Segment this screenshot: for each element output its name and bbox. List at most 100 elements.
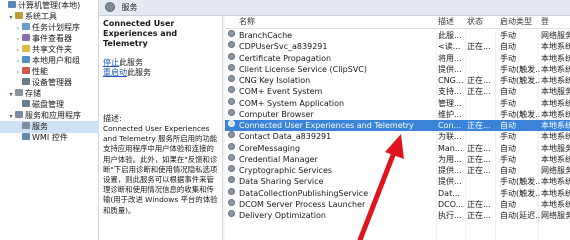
gear-icon: [228, 63, 235, 71]
stop-service-link[interactable]: 停止: [103, 58, 119, 67]
table-row[interactable]: Certificate Propagation 将用... 手动 本地系统: [225, 52, 570, 64]
gear-icon: [228, 198, 235, 206]
tree-item-label: 计算机管理(本地): [18, 1, 81, 10]
service-name: Delivery Optimization: [239, 211, 326, 220]
service-name: Connected User Experiences and Telemetry: [239, 121, 414, 130]
column-header-name[interactable]: 名称: [239, 16, 255, 28]
tree-item-label: 性能: [32, 67, 48, 76]
column-header-startup[interactable]: 启动类型: [500, 16, 532, 28]
tree-item-label: 事件查看器: [32, 34, 72, 43]
service-startup-type: 手动(触发...: [500, 177, 540, 187]
table-row-selected[interactable]: Connected User Experiences and Telemetry…: [225, 120, 570, 132]
table-row[interactable]: COM+ System Application 管理... 手动 本地系统: [225, 97, 570, 109]
service-name: Contact Data_a839291: [239, 132, 332, 142]
users-icon: [22, 56, 30, 63]
column-header-logon[interactable]: 登: [541, 16, 549, 28]
gear-icon: [105, 1, 115, 12]
gear-icon: [228, 210, 235, 217]
column-header-row: 名称 描述 状态 启动类型 登: [225, 16, 570, 29]
service-name: Certificate Propagation: [239, 53, 332, 63]
service-state: 正在...: [467, 143, 491, 153]
service-state: 正在...: [467, 87, 491, 97]
gear-icon: [228, 176, 235, 184]
tree-item-label: 设备管理器: [32, 78, 72, 87]
stop-service-suffix: 此服务: [119, 58, 143, 67]
service-description: 维护...: [438, 109, 462, 119]
service-name: COM+ Event System: [239, 87, 323, 97]
tree-item[interactable]: WMI 控件: [0, 132, 68, 144]
table-row[interactable]: Cryptographic Services 提供... 正在... 自动 网络服务: [225, 165, 570, 176]
tree-item-label: 任务计划程序: [32, 23, 80, 32]
table-row[interactable]: Credential Manager 为用... 正在... 手动 本地系统: [225, 153, 570, 165]
service-name: DCOM Server Process Launcher: [239, 199, 366, 209]
service-logon-as: 本地服务: [541, 143, 570, 153]
service-description: 为联...: [438, 132, 462, 142]
service-logon-as: 本地服务: [541, 87, 570, 97]
table-row[interactable]: DCOM Server Process Launcher DCO... 正在... 自…: [225, 198, 570, 210]
gear-icon: [228, 165, 235, 172]
table-row[interactable]: DataCollectionPublishingService Dat... 手动(…: [225, 187, 570, 199]
service-startup-type: 手动(触发...: [500, 64, 540, 74]
service-description: <读...: [438, 42, 461, 52]
restart-service-link[interactable]: 重启动: [103, 68, 127, 77]
table-row[interactable]: BranchCache 此服... 手动 网络服务: [225, 30, 570, 41]
gear-icon: [228, 153, 235, 161]
service-description: DCO...: [438, 199, 464, 209]
services-panel: 服务 Connected User Experiences and Teleme…: [99, 0, 570, 240]
service-logon-as: 网络服务: [541, 31, 570, 40]
tree-item-label: 系统工具: [25, 12, 57, 21]
restart-service-suffix: 此服务: [127, 68, 151, 77]
service-startup-type: 自动: [500, 199, 516, 209]
service-description: 执行...: [438, 211, 462, 220]
service-name: Data Sharing Service: [239, 177, 324, 187]
service-description: Dat...: [438, 188, 460, 198]
table-row[interactable]: CNG Key Isolation CNG... 正在... 手动(触发... 本地系统: [225, 75, 570, 86]
table-row[interactable]: Client License Service (ClipSVC) 提供... 手动(…: [225, 63, 570, 75]
service-description: CNG...: [438, 76, 464, 85]
table-row[interactable]: Delivery Optimization 执行... 正在... 自动(延迟... 网…: [225, 210, 570, 221]
service-startup-type: 自动(延迟...: [500, 211, 540, 220]
service-state: 正在...: [467, 121, 491, 130]
service-logon-as: 本地系统: [541, 121, 570, 130]
gear-icon: [228, 52, 235, 60]
service-startup-type: 手动(触发...: [500, 188, 540, 198]
table-row[interactable]: Computer Browser 维护... 手动(触发... 本地系统: [225, 108, 570, 120]
service-name: DataCollectionPublishingService: [239, 188, 369, 198]
service-name: COM+ System Application: [239, 98, 345, 108]
service-startup-type: 手动(触发...: [500, 76, 540, 85]
table-row[interactable]: Data Sharing Service 提供... 手动(触发... 本地系统: [225, 176, 570, 187]
tree-item-label: 磁盘管理: [32, 100, 64, 109]
service-state: 正在...: [467, 76, 491, 85]
tree-item-label: 共享文件夹: [32, 45, 72, 54]
tree-item-label: 存储: [25, 89, 41, 98]
table-row[interactable]: COM+ Event System 支持... 正在... 自动 本地服务: [225, 86, 570, 97]
event-icon: [22, 34, 30, 41]
service-description: 将用...: [438, 53, 462, 63]
service-logon-as: 本地系统: [541, 98, 570, 108]
description-label: 描述:: [103, 114, 122, 123]
tree-item-label: WMI 控件: [32, 133, 68, 142]
column-header-state[interactable]: 状态: [467, 16, 483, 28]
table-row[interactable]: Contact Data_a839291 为联... 手动 本地系统: [225, 131, 570, 142]
service-description: Man...: [438, 143, 463, 153]
description-pane: Connected User Experiences and Telemetry…: [99, 16, 223, 240]
service-logon-as: 本地系统: [541, 109, 570, 119]
service-name: CDPUserSvc_a839291: [239, 42, 328, 52]
gear-icon: [22, 122, 30, 129]
table-row[interactable]: CDPUserSvc_a839291 <读... 正在... 自动 本地系统: [225, 41, 570, 52]
service-state: 正在...: [467, 166, 491, 175]
service-description: Con...: [438, 121, 462, 130]
table-row[interactable]: CoreMessaging Man... 正在... 自动 本地服务: [225, 142, 570, 154]
service-state: 正在...: [467, 211, 491, 220]
navigation-tree: 计算机管理(本地) ▾ 系统工具 › 任务计划程序 › 事件查看器 › 共享文件夹 › 本地用户和组…: [0, 0, 110, 240]
tree-item-label: 服务: [32, 122, 48, 131]
gear-icon: [228, 41, 235, 49]
service-startup-type: 手动(触发...: [500, 109, 540, 119]
service-startup-type: 手动: [500, 53, 516, 63]
service-name: CoreMessaging: [239, 143, 301, 153]
service-logon-as: 本地系统: [541, 177, 570, 187]
service-logon-as: 本地系统: [541, 199, 570, 209]
description-text: Connected User Experiences and Telemetry…: [103, 124, 218, 215]
service-startup-type: 手动: [500, 31, 516, 40]
column-header-description[interactable]: 描述: [438, 16, 454, 28]
